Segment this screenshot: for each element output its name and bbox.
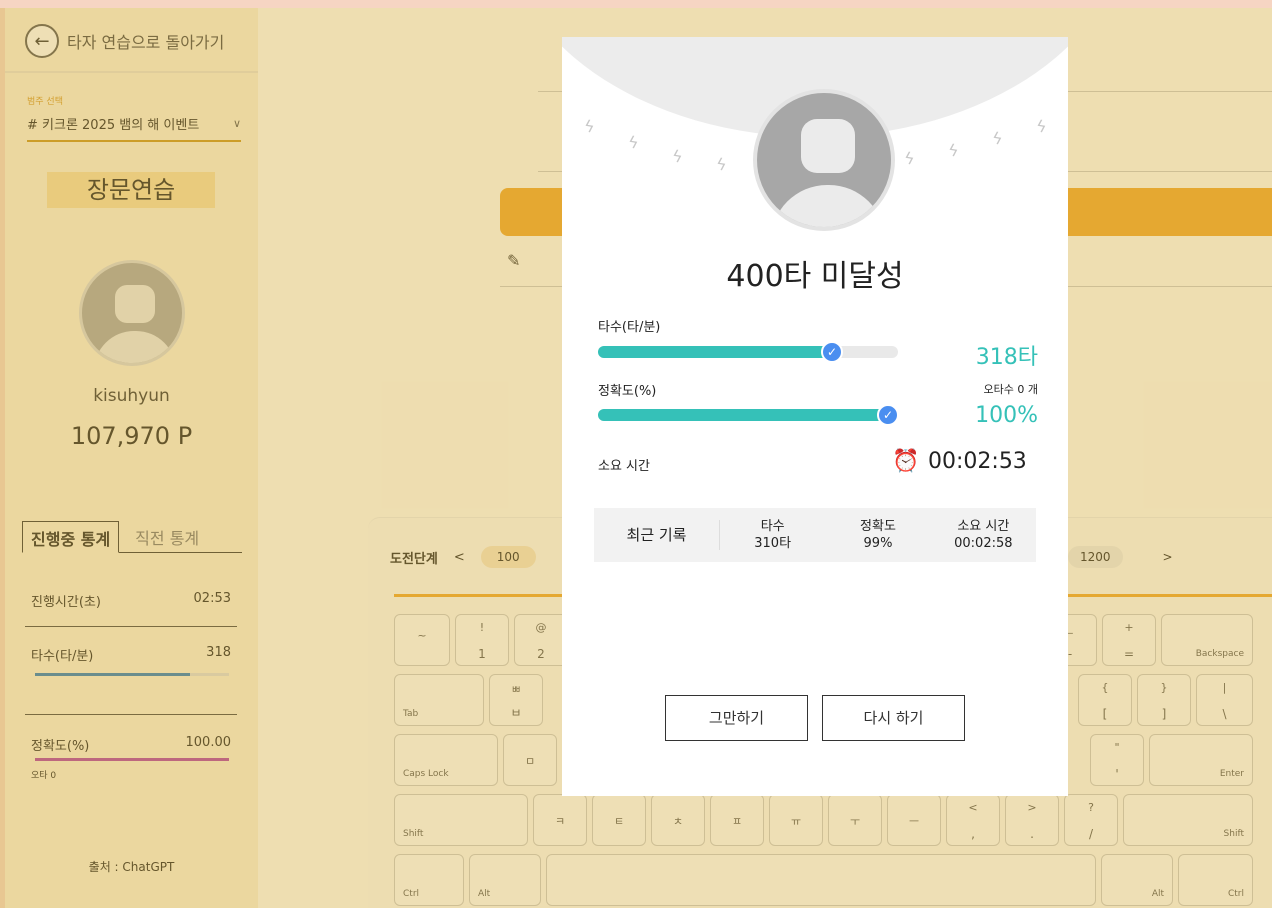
speed-label: 타수(타/분) — [598, 320, 661, 335]
speed-progress: ✓ — [598, 341, 898, 363]
accuracy-value: 100% — [975, 403, 1038, 428]
recent-speed-value: 310타 — [754, 536, 792, 551]
speed-progress-fill — [598, 346, 832, 358]
stop-button[interactable]: 그만하기 — [665, 695, 808, 741]
time-value: 00:02:53 — [928, 449, 1027, 474]
recent-speed: 타수 310타 — [720, 518, 825, 552]
retry-button[interactable]: 다시 하기 — [822, 695, 965, 741]
recent-time-value: 00:02:58 — [954, 536, 1013, 551]
recent-accuracy-header: 정확도 — [860, 519, 896, 534]
typo-count: 오타수 0 개 — [983, 383, 1038, 396]
result-modal: ϟ ϟ ϟ ϟ ϟ ϟ ϟ ϟ 400타 미달성 타수(타/분) ✓ 318타 … — [562, 37, 1068, 796]
lightning-icon: ϟ — [582, 116, 597, 137]
result-title: 400타 미달성 — [726, 259, 904, 294]
lightning-icon: ϟ — [946, 140, 961, 161]
recent-time-header: 소요 시간 — [957, 519, 1010, 534]
time-label: 소요 시간 — [598, 459, 650, 474]
lightning-icon: ϟ — [626, 132, 641, 153]
recent-accuracy-value: 99% — [863, 536, 893, 551]
lightning-icon: ϟ — [714, 154, 729, 175]
top-strip — [0, 0, 1272, 8]
alarm-clock-icon: ⏰ — [892, 449, 920, 474]
recent-time: 소요 시간 00:02:58 — [931, 518, 1036, 552]
lightning-icon: ϟ — [902, 148, 917, 169]
accuracy-label: 정확도(%) — [598, 384, 657, 399]
lightning-icon: ϟ — [1034, 116, 1049, 137]
accuracy-progress-fill — [598, 409, 888, 421]
recent-record: 최근 기록 타수 310타 정확도 99% 소요 시간 00:02:58 — [594, 508, 1036, 562]
lightning-icon: ϟ — [670, 146, 685, 167]
check-icon: ✓ — [821, 341, 843, 363]
recent-speed-header: 타수 — [760, 519, 785, 534]
recent-label: 최근 기록 — [594, 520, 720, 550]
lightning-icon: ϟ — [990, 128, 1005, 149]
avatar — [753, 89, 895, 231]
accuracy-progress: ✓ — [598, 404, 899, 426]
speed-value: 318타 — [975, 345, 1038, 370]
check-icon: ✓ — [877, 404, 899, 426]
recent-accuracy: 정확도 99% — [825, 518, 930, 552]
